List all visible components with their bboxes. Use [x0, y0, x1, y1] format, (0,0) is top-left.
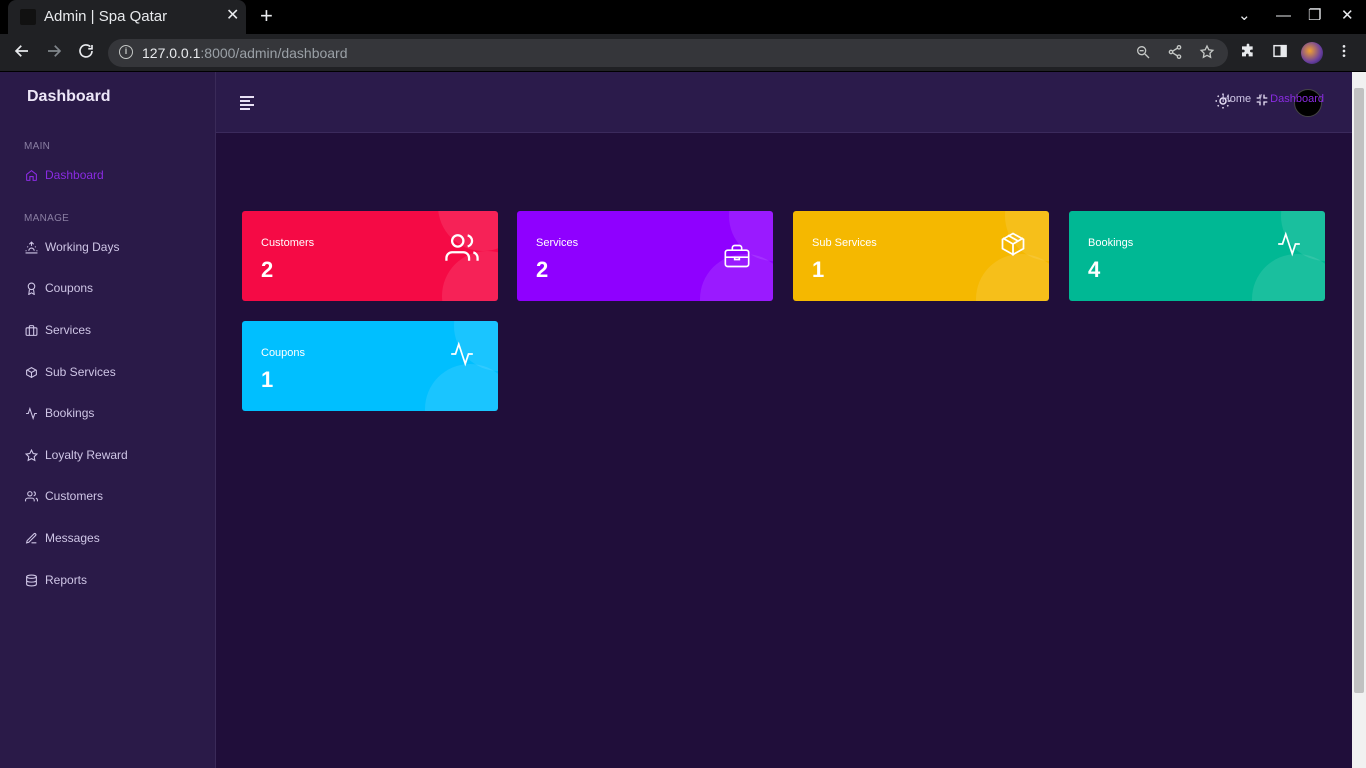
award-icon: [24, 281, 38, 295]
sidebar-item-dashboard[interactable]: Dashboard: [24, 164, 104, 186]
activity-icon: [445, 337, 479, 371]
close-window-icon[interactable]: ✕: [1341, 7, 1354, 25]
top-header: [216, 72, 1352, 133]
activity-icon: [24, 406, 38, 420]
stat-card-value: 2: [536, 257, 549, 282]
sidebar: MAIN Dashboard MANAGE Working Days Coupo…: [0, 72, 216, 768]
browser-tab[interactable]: Admin | Spa Qatar ✕: [8, 0, 246, 34]
app-root: MAIN Dashboard MANAGE Working Days Coupo…: [0, 72, 1352, 768]
sidebar-item-label: Dashboard: [45, 168, 104, 182]
card-decoration: [1252, 254, 1325, 301]
stat-card-bookings[interactable]: Bookings 4: [1069, 211, 1325, 301]
sidebar-item-bookings[interactable]: Bookings: [24, 402, 94, 424]
share-icon[interactable]: [1167, 44, 1183, 64]
sidebar-item-label: Messages: [45, 531, 100, 545]
sidebar-section-main: MAIN: [24, 141, 51, 152]
activity-icon: [1272, 227, 1306, 261]
sidebar-item-label: Coupons: [45, 281, 94, 295]
browser-toolbar: i 127.0.0.1:8000/admin/dashboard: [0, 34, 1366, 72]
stat-card-value: 2: [261, 257, 274, 282]
sidebar-item-label: Loyalty Reward: [45, 448, 128, 462]
site-info-icon[interactable]: i: [119, 45, 133, 59]
sidebar-item-services[interactable]: Services: [24, 319, 91, 341]
stat-card-label: Coupons: [261, 347, 306, 359]
side-panel-icon[interactable]: [1272, 43, 1288, 64]
restore-window-icon[interactable]: ❐: [1308, 7, 1321, 25]
database-icon: [24, 573, 38, 587]
browser-tabbar: Admin | Spa Qatar ✕ + ⌄ — ❐ ✕: [0, 0, 1366, 34]
stat-card-value: 1: [812, 257, 825, 282]
back-icon[interactable]: [11, 42, 33, 64]
sidebar-item-label: Sub Services: [45, 365, 116, 379]
sidebar-item-label: Bookings: [45, 406, 95, 420]
menu-icon[interactable]: [240, 96, 254, 110]
sidebar-item-working-days[interactable]: Working Days: [24, 236, 119, 258]
sidebar-item-sub-services[interactable]: Sub Services: [24, 361, 116, 383]
favicon-icon: [20, 9, 36, 25]
minimize-window-icon[interactable]: —: [1276, 7, 1291, 25]
box-icon: [24, 365, 38, 379]
sidebar-item-customers[interactable]: Customers: [24, 485, 103, 507]
edit-icon: [24, 531, 38, 545]
stat-card-customers[interactable]: Customers 2: [242, 211, 498, 301]
card-decoration: [976, 254, 1049, 301]
sidebar-item-coupons[interactable]: Coupons: [24, 277, 93, 299]
reload-icon[interactable]: [75, 42, 97, 64]
tab-search-icon[interactable]: ⌄: [1238, 7, 1251, 25]
stat-card-label: Customers: [261, 237, 315, 249]
bookmark-star-icon[interactable]: [1199, 44, 1215, 64]
users-icon: [445, 231, 479, 265]
briefcase-icon: [24, 323, 38, 337]
breadcrumb: Home / Dashboard: [1222, 93, 1324, 105]
sunrise-icon: [24, 240, 38, 254]
sidebar-item-label: Reports: [45, 573, 88, 587]
box-icon: [996, 227, 1030, 261]
forward-icon[interactable]: [43, 42, 65, 64]
sidebar-section-manage: MANAGE: [24, 213, 70, 224]
sidebar-item-messages[interactable]: Messages: [24, 527, 100, 549]
zoom-icon[interactable]: [1135, 44, 1151, 64]
sidebar-item-label: Customers: [45, 489, 104, 503]
sidebar-item-loyalty-reward[interactable]: Loyalty Reward: [24, 444, 128, 466]
stat-card-label: Bookings: [1088, 237, 1134, 249]
url-text[interactable]: 127.0.0.1:8000/admin/dashboard: [142, 45, 348, 61]
briefcase-icon: [720, 239, 754, 273]
profile-avatar-icon[interactable]: [1301, 42, 1323, 64]
tab-close-icon[interactable]: ✕: [226, 7, 239, 25]
page-title: Dashboard: [27, 88, 111, 105]
stat-card-value: 1: [261, 367, 274, 392]
stat-card-services[interactable]: Services 2: [517, 211, 773, 301]
scrollbar-thumb[interactable]: [1354, 88, 1364, 693]
stat-card-label: Services: [536, 237, 579, 249]
new-tab-button[interactable]: +: [260, 5, 273, 27]
sidebar-item-label: Services: [45, 323, 92, 337]
tab-title: Admin | Spa Qatar: [44, 8, 168, 25]
star-icon: [24, 448, 38, 462]
stat-card-label: Sub Services: [812, 237, 877, 249]
stat-card-sub-services[interactable]: Sub Services 1: [793, 211, 1049, 301]
stat-card-coupons[interactable]: Coupons 1: [242, 321, 498, 411]
breadcrumb-separator: /: [1259, 93, 1263, 105]
address-bar[interactable]: i 127.0.0.1:8000/admin/dashboard: [108, 39, 1228, 67]
browser-menu-icon[interactable]: [1336, 43, 1352, 64]
extensions-icon[interactable]: [1240, 43, 1256, 64]
sidebar-item-label: Working Days: [45, 240, 120, 254]
sidebar-item-reports[interactable]: Reports: [24, 569, 87, 591]
breadcrumb-current: Dashboard: [1270, 93, 1324, 105]
users-icon: [24, 489, 38, 503]
breadcrumb-home[interactable]: Home: [1222, 93, 1251, 105]
home-icon: [24, 168, 38, 182]
stat-card-value: 4: [1088, 257, 1101, 282]
card-decoration: [425, 364, 498, 411]
